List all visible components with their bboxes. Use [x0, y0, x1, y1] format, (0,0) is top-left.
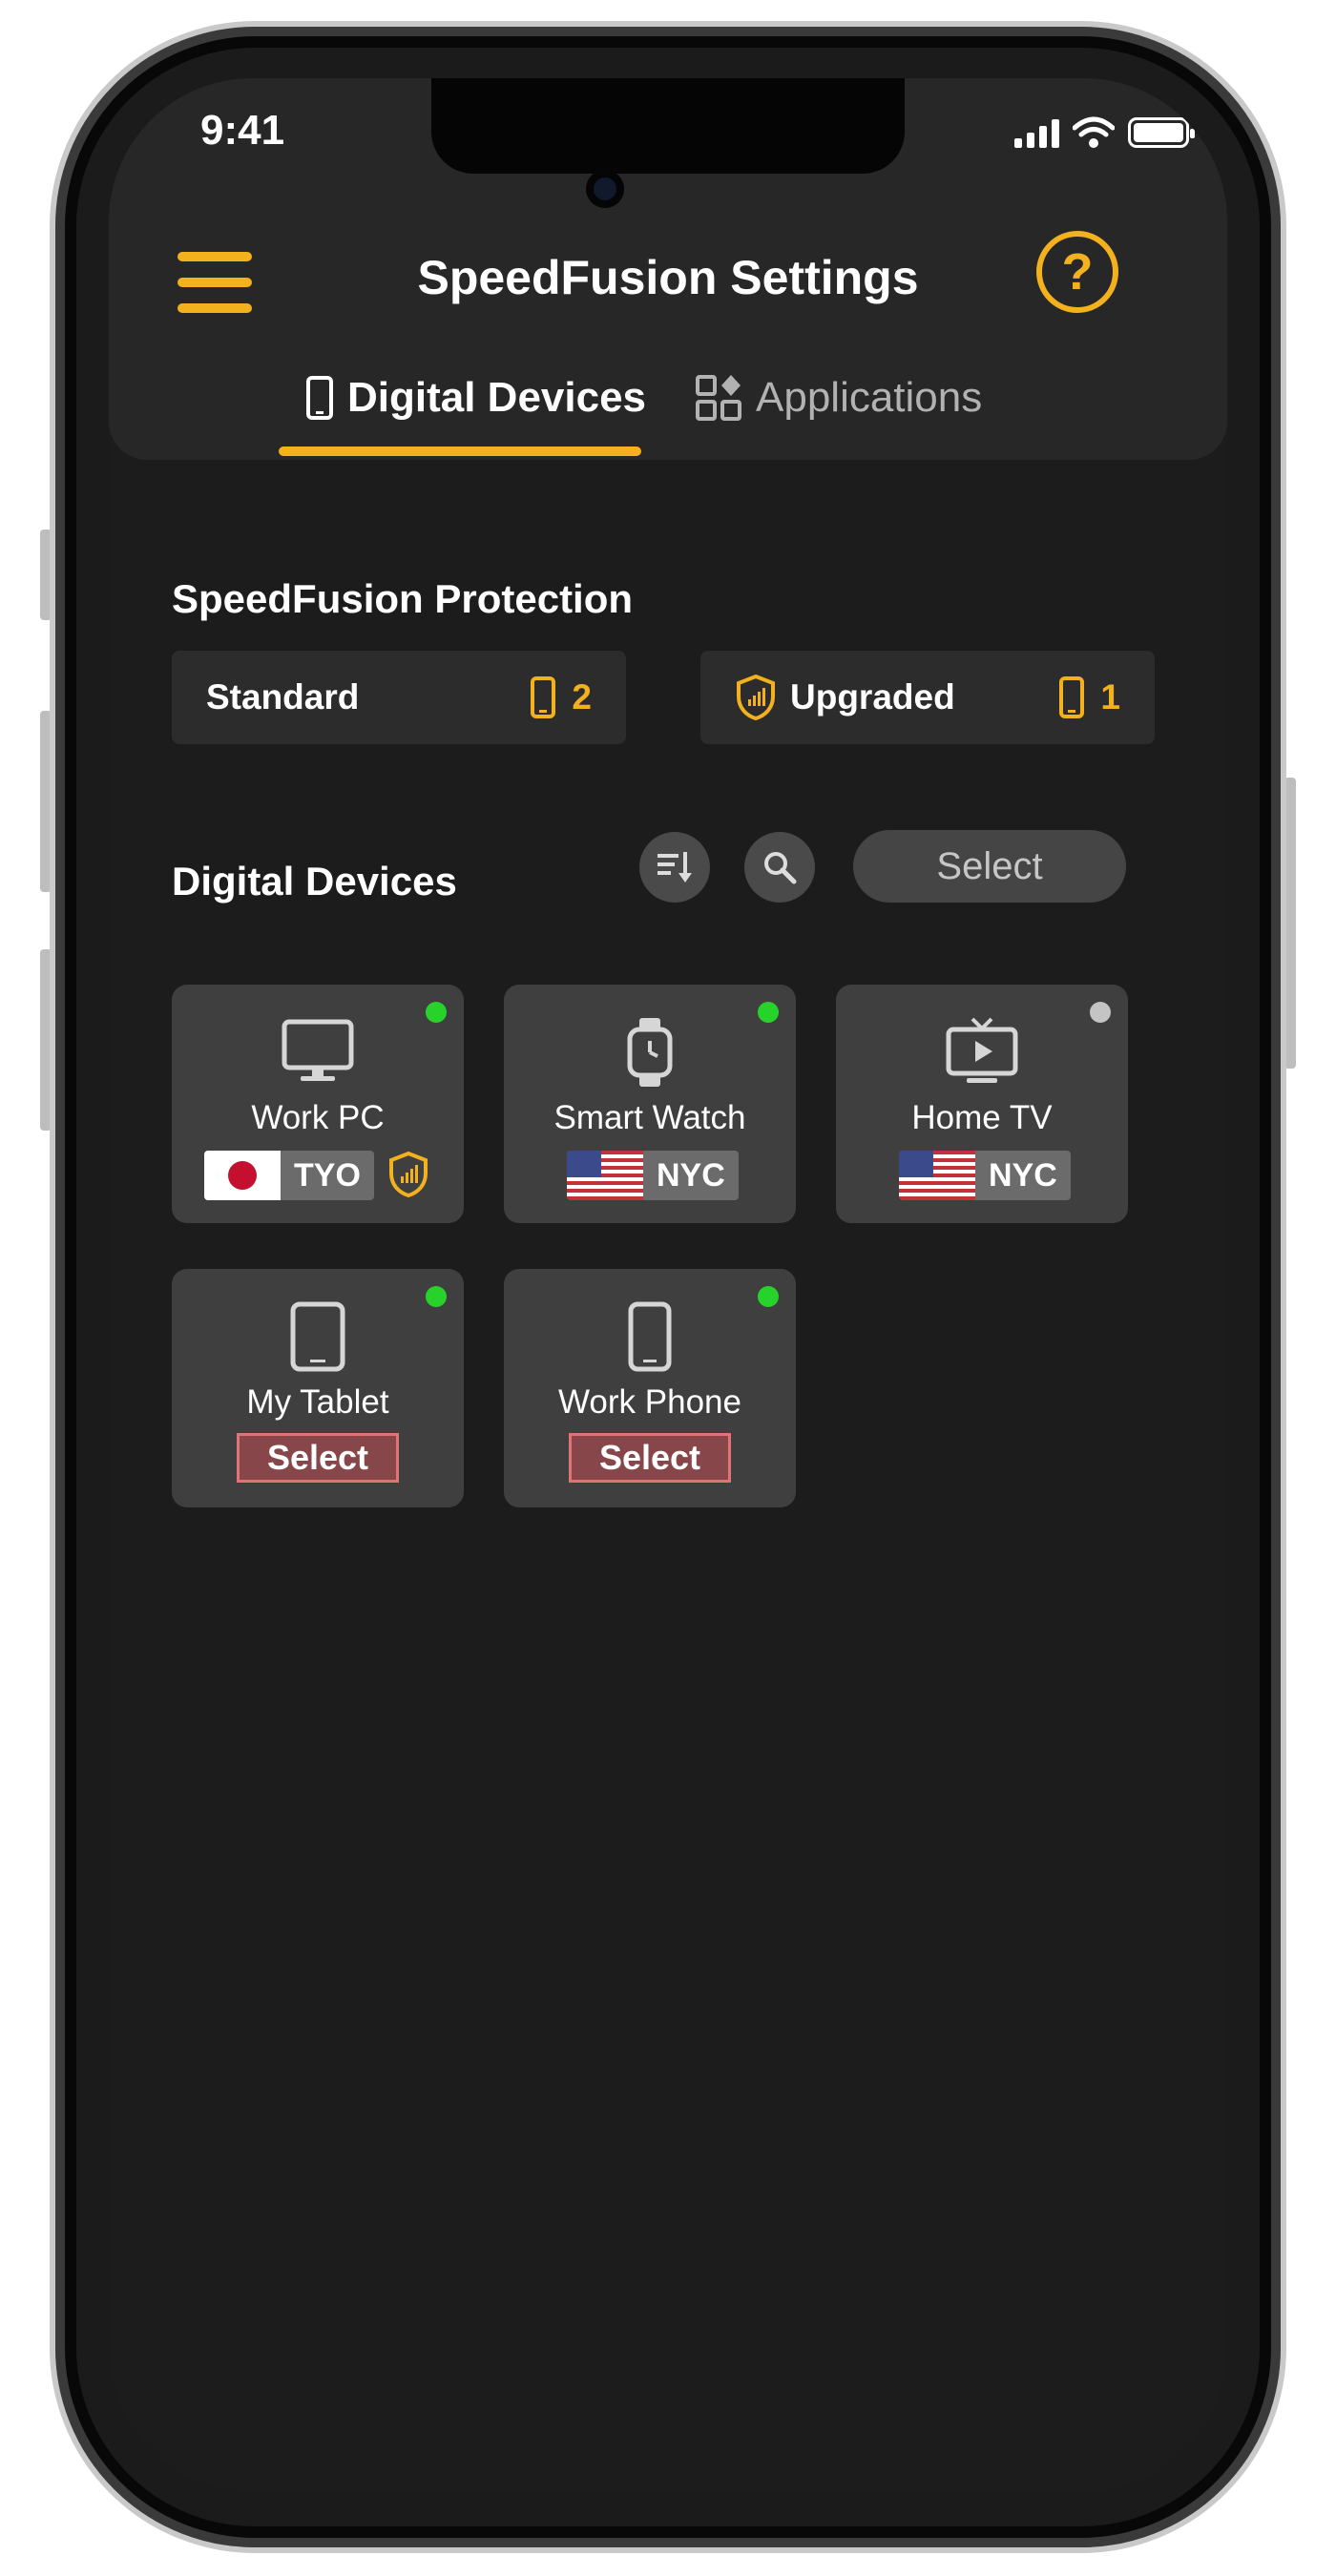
device-name: Home TV [911, 1099, 1053, 1136]
monitor-icon [270, 1009, 365, 1095]
tab-label: Applications [756, 374, 983, 421]
device-card-work-phone[interactable]: Work Phone Select [504, 1269, 796, 1507]
tv-icon [934, 1009, 1030, 1095]
phone-icon [602, 1294, 698, 1380]
online-status-dot [426, 1002, 447, 1023]
active-tab-indicator [279, 447, 641, 456]
device-name: Work Phone [558, 1383, 741, 1421]
tab-label: Digital Devices [347, 374, 647, 421]
search-button[interactable] [744, 832, 815, 903]
location-badge: NYC [899, 1151, 1071, 1200]
select-devices-button[interactable]: Select [853, 830, 1126, 903]
device-select-button[interactable]: Select [569, 1433, 731, 1483]
device-name: Work PC [251, 1099, 385, 1136]
location-code: NYC [643, 1151, 739, 1200]
online-status-dot [758, 1286, 779, 1307]
standard-protection-card[interactable]: Standard 2 [172, 651, 626, 744]
phone-screen: SpeedFusion Settings ? Digital Devices A… [109, 78, 1227, 2492]
phone-icon [1059, 676, 1085, 718]
standard-count-value: 2 [572, 677, 592, 717]
cellular-signal-icon [1014, 117, 1059, 148]
online-status-dot [758, 1002, 779, 1023]
battery-icon [1128, 117, 1195, 148]
offline-status-dot [1090, 1002, 1111, 1023]
notch [431, 78, 905, 174]
location-code: NYC [975, 1151, 1071, 1200]
tablet-icon [270, 1294, 365, 1380]
status-icons [1014, 116, 1195, 149]
upgraded-count-value: 1 [1100, 677, 1120, 717]
devices-section-title: Digital Devices [172, 859, 457, 904]
phone-icon [306, 376, 333, 420]
device-select-button[interactable]: Select [237, 1433, 399, 1483]
upgraded-count: 1 [1058, 675, 1120, 719]
standard-count: 2 [530, 675, 592, 719]
camera [586, 170, 624, 208]
usa-flag-icon [567, 1151, 643, 1200]
device-name: Smart Watch [553, 1099, 746, 1136]
watch-icon [602, 1009, 698, 1095]
tab-digital-devices[interactable]: Digital Devices [305, 364, 646, 431]
wifi-icon [1073, 116, 1115, 148]
device-card-my-tablet[interactable]: My Tablet Select [172, 1269, 464, 1507]
location-badge: NYC [567, 1151, 739, 1200]
search-icon [764, 852, 797, 884]
status-time: 9:41 [200, 107, 285, 154]
apps-icon [696, 375, 741, 421]
phone-icon [531, 676, 556, 718]
device-card-smart-watch[interactable]: Smart Watch NYC [504, 985, 796, 1223]
location-badge: TYO [204, 1151, 374, 1200]
shield-icon [737, 674, 775, 721]
usa-flag-icon [899, 1151, 975, 1200]
online-status-dot [426, 1286, 447, 1307]
upgraded-protection-card[interactable]: Upgraded 1 [700, 651, 1155, 744]
help-icon[interactable]: ? [1036, 231, 1118, 313]
japan-flag-icon [204, 1151, 281, 1200]
shield-icon [389, 1151, 428, 1198]
sort-icon [658, 852, 692, 883]
device-name: My Tablet [246, 1383, 389, 1421]
protection-section-title: SpeedFusion Protection [172, 576, 634, 621]
upgraded-label: Upgraded [790, 677, 955, 717]
sort-button[interactable] [639, 832, 710, 903]
standard-label: Standard [206, 677, 360, 717]
device-card-work-pc[interactable]: Work PC TYO [172, 985, 464, 1223]
location-code: TYO [281, 1151, 374, 1200]
device-card-home-tv[interactable]: Home TV NYC [836, 985, 1128, 1223]
tab-applications[interactable]: Applications [695, 364, 982, 431]
